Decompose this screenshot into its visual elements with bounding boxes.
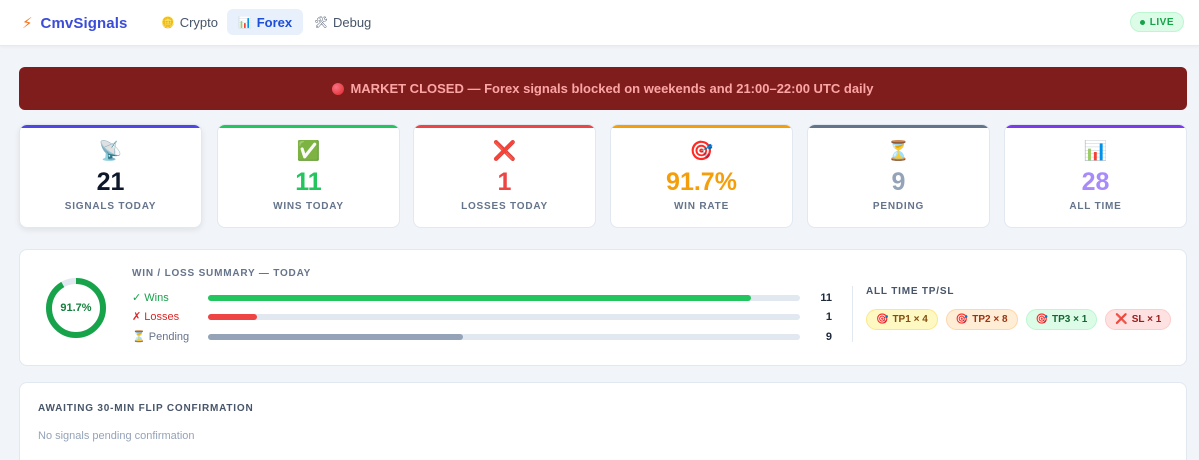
stat-value: 91.7% xyxy=(666,168,737,196)
win-rate-ring-label: 91.7% xyxy=(60,302,92,314)
top-nav: ⚡ CmvSignals 🪙 Crypto 📊 Forex 🛠 Debug LI… xyxy=(0,0,1199,46)
progress-track xyxy=(208,295,800,301)
cross-mark-icon: ❌ xyxy=(492,141,517,162)
progress-fill xyxy=(208,334,463,340)
lightning-bolt-icon: ⚡ xyxy=(22,14,33,32)
target-icon: 🎯 xyxy=(955,314,969,325)
divider xyxy=(852,286,853,342)
stat-value: 9 xyxy=(891,168,906,196)
stat-card-losses-today: ❌ 1 LOSSES TODAY xyxy=(413,124,596,228)
stat-value: 11 xyxy=(295,168,322,196)
stat-label: WINS TODAY xyxy=(273,201,344,212)
tab-debug[interactable]: 🛠 Debug xyxy=(303,9,382,35)
live-label: LIVE xyxy=(1149,16,1174,28)
progress-fill xyxy=(208,295,751,301)
satellite-antenna-icon: 📡 xyxy=(98,141,123,162)
stat-value: 21 xyxy=(96,168,125,196)
card-accent-bar xyxy=(414,125,595,128)
card-accent-bar xyxy=(218,125,399,128)
summary-row-value: 1 xyxy=(825,311,832,323)
stat-label: LOSSES TODAY xyxy=(461,201,548,212)
tpsl-badges: 🎯 TP1 × 4 🎯 TP2 × 8 🎯 TP3 × 1 ❌ SL × 1 xyxy=(866,309,1172,330)
live-badge: LIVE xyxy=(1129,12,1184,32)
stat-card-pending: ⏳ 9 PENDING xyxy=(807,124,990,228)
progress-track xyxy=(208,334,800,340)
awaiting-title: AWAITING 30-MIN FLIP CONFIRMATION xyxy=(38,403,254,414)
stat-card-signals-today: 📡 21 SIGNALS TODAY xyxy=(19,124,202,228)
badge-tp2: 🎯 TP2 × 8 xyxy=(945,309,1018,330)
summary-row-value: 9 xyxy=(825,331,832,343)
tab-forex-label: Forex xyxy=(256,14,293,30)
card-accent-bar xyxy=(20,125,201,128)
stat-card-all-time: 📊 28 ALL TIME xyxy=(1004,124,1187,228)
stat-label: ALL TIME xyxy=(1069,201,1122,212)
red-circle-icon xyxy=(332,82,345,95)
badge-label: TP1 × 4 xyxy=(892,314,928,325)
stat-card-wins-today: ✅ 11 WINS TODAY xyxy=(217,124,400,228)
card-accent-bar xyxy=(808,125,989,128)
tools-icon: 🛠 xyxy=(314,16,328,29)
tab-debug-label: Debug xyxy=(332,14,372,30)
win-loss-summary-panel: 91.7% WIN / LOSS SUMMARY — TODAY ✓ Wins … xyxy=(19,249,1187,366)
app-name: CmvSignals xyxy=(40,14,128,32)
empty-state-text: No signals pending confirmation xyxy=(38,430,195,442)
summary-title: WIN / LOSS SUMMARY — TODAY xyxy=(132,268,312,279)
target-icon: 🎯 xyxy=(689,141,714,162)
tab-crypto[interactable]: 🪙 Crypto xyxy=(150,9,229,35)
all-time-tpsl-title: ALL TIME TP/SL xyxy=(866,286,955,297)
tab-crypto-label: Crypto xyxy=(179,14,218,30)
hourglass-icon: ⏳ xyxy=(886,141,911,162)
stat-value: 28 xyxy=(1081,168,1110,196)
live-dot-icon xyxy=(1139,19,1145,25)
summary-row-label: ⏳ Pending xyxy=(132,331,190,343)
summary-row-value: 11 xyxy=(820,292,832,304)
brand-logo[interactable]: ⚡ CmvSignals xyxy=(22,12,127,34)
stat-card-win-rate: 🎯 91.7% WIN RATE xyxy=(610,124,793,228)
cross-mark-icon: ❌ xyxy=(1115,314,1128,325)
badge-label: TP3 × 1 xyxy=(1051,314,1088,325)
summary-row-label: ✗ Losses xyxy=(132,311,180,323)
awaiting-confirmation-panel: AWAITING 30-MIN FLIP CONFIRMATION No sig… xyxy=(19,382,1187,460)
check-mark-icon: ✅ xyxy=(296,141,321,162)
badge-sl: ❌ SL × 1 xyxy=(1105,309,1172,330)
banner-text: MARKET CLOSED — Forex signals blocked on… xyxy=(350,81,874,96)
badge-label: SL × 1 xyxy=(1131,314,1162,325)
bar-chart-icon: 📊 xyxy=(238,16,252,29)
summary-row-wins: ✓ Wins 11 xyxy=(132,290,832,306)
summary-row-pending: ⏳ Pending 9 xyxy=(132,329,832,345)
tab-forex[interactable]: 📊 Forex xyxy=(227,9,304,35)
badge-tp3: 🎯 TP3 × 1 xyxy=(1025,309,1098,330)
stat-value: 1 xyxy=(497,168,512,196)
card-accent-bar xyxy=(1005,125,1186,128)
summary-row-losses: ✗ Losses 1 xyxy=(132,309,832,325)
target-icon: 🎯 xyxy=(876,314,889,325)
badge-tp1: 🎯 TP1 × 4 xyxy=(866,309,938,330)
crypto-icon: 🪙 xyxy=(161,16,175,29)
card-accent-bar xyxy=(611,125,792,128)
stat-label: WIN RATE xyxy=(673,201,730,212)
summary-row-label: ✓ Wins xyxy=(132,292,169,304)
badge-label: TP2 × 8 xyxy=(972,314,1008,325)
bar-chart-icon: 📊 xyxy=(1083,141,1108,162)
market-closed-banner: MARKET CLOSED — Forex signals blocked on… xyxy=(19,67,1187,110)
progress-fill xyxy=(208,314,258,320)
stat-label: SIGNALS TODAY xyxy=(64,201,157,212)
target-icon: 🎯 xyxy=(1035,314,1048,325)
progress-track xyxy=(208,314,800,320)
stat-label: PENDING xyxy=(872,201,925,212)
